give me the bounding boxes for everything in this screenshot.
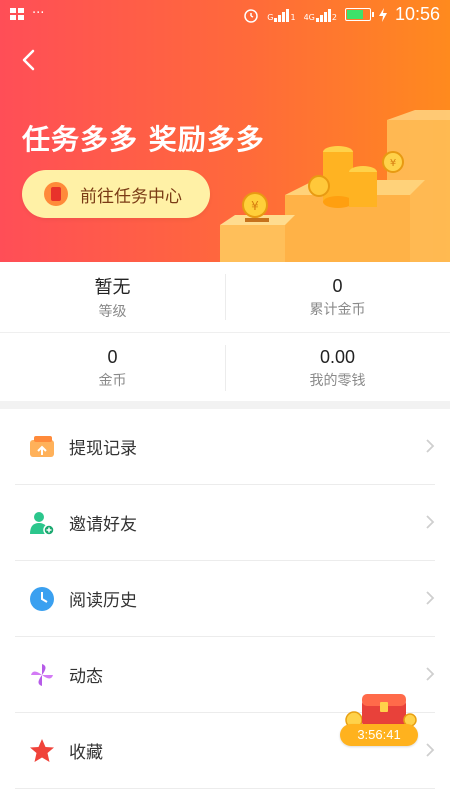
total-coins-label: 累计金币 xyxy=(309,301,366,318)
chevron-right-icon xyxy=(426,667,435,681)
change-value: 0.00 xyxy=(319,346,356,367)
stats-row: 暂无 等级 0 累计金币 xyxy=(0,262,450,333)
total-coins-value: 0 xyxy=(332,275,343,296)
pinwheel-icon xyxy=(31,663,53,686)
clock-time: 10:56 xyxy=(394,4,440,24)
change-label: 我的零钱 xyxy=(309,372,366,389)
total-coins-stat[interactable]: 0 累计金币 xyxy=(225,262,450,332)
menu-item-withdraw-records[interactable]: 提现记录 xyxy=(15,409,435,485)
more-notifications-icon: ··· xyxy=(32,6,45,21)
coin-boxes-illustration: ¥ ¥ xyxy=(220,110,450,262)
wallet-icon xyxy=(30,435,54,457)
treasure-chest-widget[interactable]: 3:56:41 xyxy=(340,690,420,754)
red-envelope-icon xyxy=(44,182,68,206)
menu-item-invite-friends[interactable]: 邀请好友 xyxy=(15,485,435,561)
stats-row: 0 金币 0.00 我的零钱 xyxy=(0,333,450,404)
menu-label: 阅读历史 xyxy=(69,591,137,611)
status-bar: ··· G 1 4G 2 10:56 xyxy=(0,0,450,30)
svg-text:¥: ¥ xyxy=(251,199,259,213)
battery-icon xyxy=(344,8,374,21)
level-stat[interactable]: 暂无 等级 xyxy=(0,262,225,332)
menu-label: 动态 xyxy=(69,667,103,687)
task-center-label: 前往任务中心 xyxy=(80,186,182,207)
chevron-right-icon xyxy=(426,439,435,453)
change-stat[interactable]: 0.00 我的零钱 xyxy=(225,333,450,403)
task-center-button[interactable]: 前往任务中心 xyxy=(22,170,210,218)
level-label: 等级 xyxy=(98,304,127,320)
chevron-right-icon xyxy=(426,515,435,529)
back-arrow-icon[interactable] xyxy=(18,48,42,72)
coins-stat[interactable]: 0 金币 xyxy=(0,333,225,403)
coins-value: 0 xyxy=(107,346,118,367)
menu-label: 提现记录 xyxy=(69,439,137,459)
menu-label: 邀请好友 xyxy=(69,515,137,535)
treasure-timer: 3:56:41 xyxy=(340,724,418,746)
menu-label: 收藏 xyxy=(69,743,103,763)
star-icon xyxy=(30,738,54,762)
coins-label: 金币 xyxy=(98,372,127,389)
menu-item-reading-history[interactable]: 阅读历史 xyxy=(15,561,435,637)
clock-icon xyxy=(30,586,54,611)
section-divider xyxy=(0,401,450,409)
charging-icon xyxy=(378,7,387,22)
add-friend-icon xyxy=(30,511,55,536)
alarm-icon xyxy=(244,8,259,23)
signal-sim1: G 1 xyxy=(267,8,296,22)
app-grid-icon xyxy=(10,7,24,20)
chevron-right-icon xyxy=(426,591,435,605)
level-value: 暂无 xyxy=(94,277,131,298)
signal-sim2: 4G 2 xyxy=(304,8,337,22)
svg-text:¥: ¥ xyxy=(390,158,396,169)
chevron-right-icon xyxy=(426,743,435,757)
hero-banner: ··· G 1 4G 2 10:56 任务多多 奖励多多 前往任务中心 ¥ ¥ xyxy=(0,0,450,262)
stats-panel: 暂无 等级 0 累计金币 0 金币 0.00 我的零钱 xyxy=(0,262,450,404)
